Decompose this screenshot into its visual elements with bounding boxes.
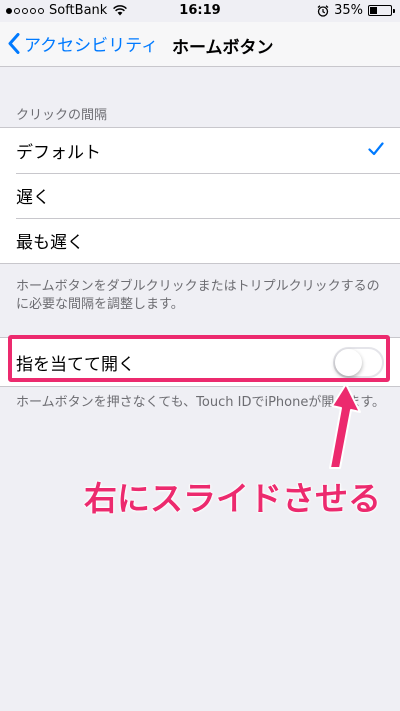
interval-option-label: デフォルト [16,143,101,163]
interval-option-label: 遅く [16,188,50,208]
back-button[interactable]: アクセシビリティ [8,31,158,56]
annotation-label: 右にスライドさせる [84,479,382,519]
interval-option-label: 最も遅く [16,233,84,253]
interval-option-slowest[interactable]: 最も遅く [0,218,400,263]
click-interval-description: ホームボタンをダブルクリックまたはトリプルクリックするのに必要な間隔を調整します… [16,279,380,312]
checkmark-icon [368,142,384,156]
arrow-up-icon [329,383,361,469]
back-button-label: アクセシビリティ [24,36,159,56]
highlight-box [8,335,390,382]
battery-percent: 35% [334,3,363,18]
chevron-left-icon [8,33,20,54]
interval-option-default[interactable]: デフォルト [0,128,400,173]
battery-icon [368,5,395,16]
status-right: 35% [317,3,395,18]
click-interval-header: クリックの間隔 [16,108,108,123]
alarm-icon [317,4,329,17]
interval-option-slow[interactable]: 遅く [0,173,400,218]
navigation-bar: アクセシビリティ ホームボタン [0,22,400,67]
click-interval-group: デフォルト 遅く 最も遅く [0,127,400,264]
status-bar: SoftBank 16:19 35% [0,0,400,22]
page-title: ホームボタン [172,38,274,58]
